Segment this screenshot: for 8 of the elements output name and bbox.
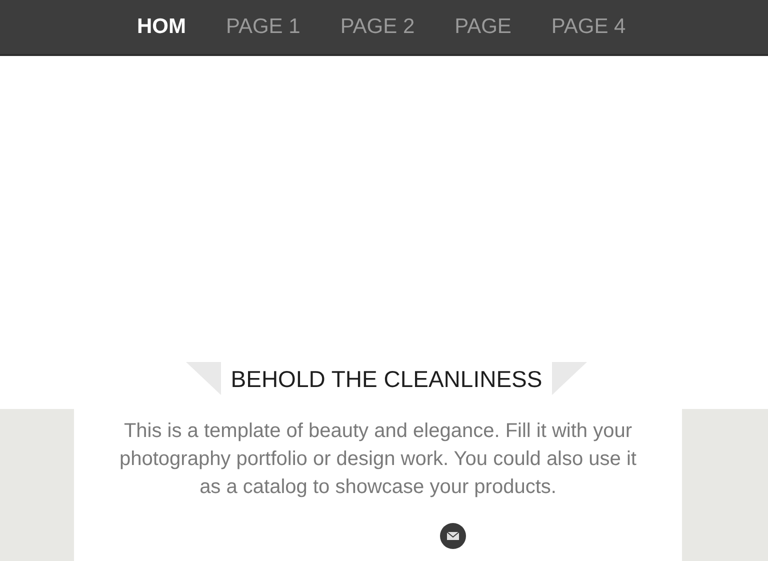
nav-link[interactable]: HOM (137, 15, 186, 39)
nav-link[interactable]: PAGE 1 (226, 15, 300, 39)
nav-link[interactable]: PAGE 4 (551, 15, 626, 39)
nav-link[interactable]: PAGE (454, 15, 512, 39)
section-heading: BEHOLD THE CLEANLINESS (230, 366, 542, 393)
nav-link[interactable]: PAGE 2 (340, 15, 415, 39)
intro-text: This is a template of beauty and elegance. Fill it with your photography portfolio or design work. You could also use it as a catalog to showcase your products. (118, 419, 638, 500)
mail-icon[interactable] (440, 523, 466, 549)
